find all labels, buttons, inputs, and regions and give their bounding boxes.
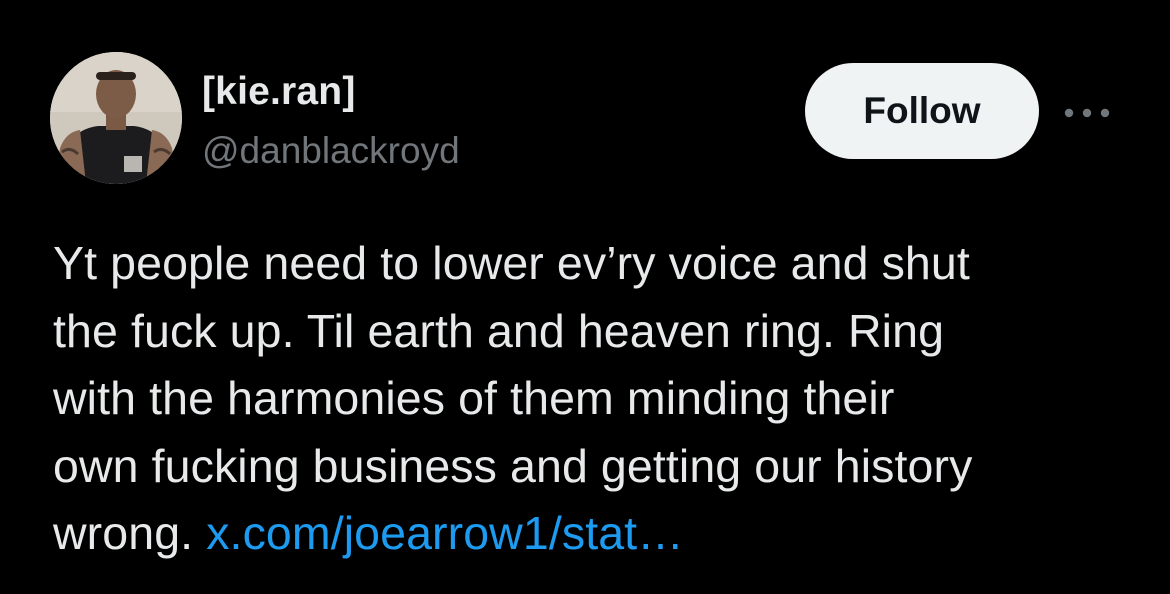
tweet-line: Yt people need to lower ev’ry voice and … [53,237,970,289]
tweet-line: own fucking business and getting our his… [53,439,973,492]
more-options-button[interactable] [1058,98,1116,128]
follow-button[interactable]: Follow [805,63,1039,159]
tweet-line: the fuck up. Til earth and heaven ring. … [53,304,945,357]
author-handle[interactable]: @danblackroyd [202,130,460,172]
more-horizontal-icon [1064,108,1110,118]
author-display-name[interactable]: [kie.ran] [202,70,356,114]
tweet-link[interactable]: x.com/joearrow1/stat… [206,507,684,559]
tweet-line-text: wrong. [53,507,194,559]
tweet-card: [kie.ran] @danblackroyd Follow Yt people… [0,0,1170,594]
tweet-line: with the harmonies of them minding their [53,372,895,424]
avatar-image [50,52,182,184]
tweet-line-last: wrong. x.com/joearrow1/stat… [53,500,1143,568]
author-avatar[interactable] [50,52,182,184]
tweet-body: Yt people need to lower ev’ry voice and … [53,230,1143,568]
